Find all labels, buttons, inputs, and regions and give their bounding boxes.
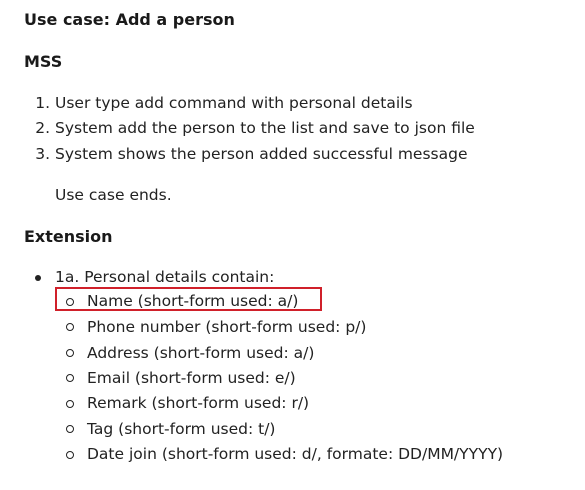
- extension-heading: Extension: [24, 227, 113, 246]
- use-case-ends: Use case ends.: [55, 186, 172, 204]
- extension-subitem: Remark (short-form used: r/): [87, 394, 310, 412]
- extension-subitem: Phone number (short-form used: p/): [87, 318, 367, 336]
- bullet-circle-icon: [66, 349, 74, 357]
- extension-subitem: Tag (short-form used: t/): [87, 420, 276, 438]
- extension-subitem: Date join (short-form used: d/, formate:…: [87, 445, 504, 463]
- use-case-title: Use case: Add a person: [24, 10, 235, 29]
- extension-subitem: Email (short-form used: e/): [87, 369, 296, 387]
- mss-step-number: 3.: [35, 145, 50, 163]
- bullet-disc-icon: [35, 275, 41, 281]
- bullet-circle-icon: [66, 400, 74, 408]
- mss-step-number: 2.: [35, 119, 50, 137]
- mss-heading: MSS: [24, 52, 63, 71]
- highlight-box: [55, 287, 322, 311]
- extension-item: 1a. Personal details contain:: [55, 268, 275, 286]
- mss-step-text: System shows the person added successful…: [55, 145, 468, 163]
- bullet-circle-icon: [66, 323, 74, 331]
- mss-step-number: 1.: [35, 94, 50, 112]
- document-page: Use case: Add a person MSS 1. User type …: [0, 0, 585, 490]
- bullet-circle-icon: [66, 451, 74, 459]
- bullet-circle-icon: [66, 374, 74, 382]
- mss-step-text: User type add command with personal deta…: [55, 94, 413, 112]
- mss-step-text: System add the person to the list and sa…: [55, 119, 475, 137]
- extension-subitem: Address (short-form used: a/): [87, 344, 315, 362]
- bullet-circle-icon: [66, 425, 74, 433]
